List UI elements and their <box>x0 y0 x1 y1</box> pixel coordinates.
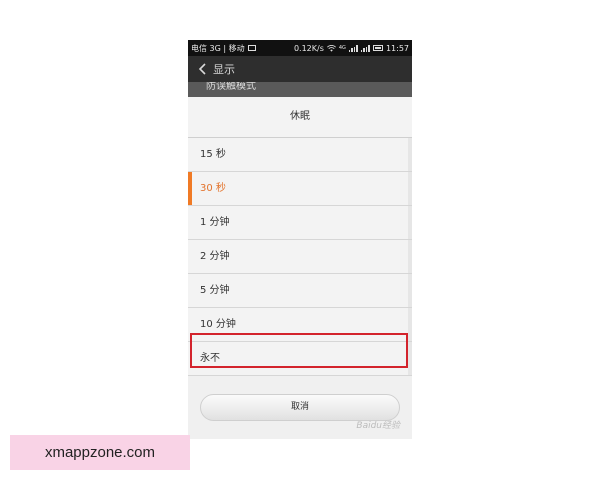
network-speed: 0.12K/s <box>293 43 324 53</box>
option-label: 10 分钟 <box>200 319 236 330</box>
back-arrow-icon[interactable] <box>198 63 207 75</box>
phone-screen: 电信 3G | 移动 0.12K/s 4G 11:57 显示 防误触模式 休眠 <box>188 40 412 439</box>
option-1-minute[interactable]: 1 分钟 <box>188 206 412 240</box>
background-setting-label: 防误触模式 <box>206 82 256 92</box>
wifi-icon <box>326 44 336 52</box>
option-label: 30 秒 <box>200 183 226 194</box>
battery-icon <box>372 45 383 51</box>
network-type-label: 4G <box>338 44 346 51</box>
sleep-dialog: 休眠 15 秒 30 秒 1 分钟 2 分钟 5 分钟 10 分钟 永不 取消 … <box>188 97 412 439</box>
option-list: 15 秒 30 秒 1 分钟 2 分钟 5 分钟 10 分钟 永不 <box>188 138 412 376</box>
image-notification-icon <box>247 45 256 51</box>
clock: 11:57 <box>385 43 409 53</box>
baidu-watermark: Baidu经验 <box>356 421 400 431</box>
option-label: 2 分钟 <box>200 251 230 262</box>
option-2-minutes[interactable]: 2 分钟 <box>188 240 412 274</box>
carrier-text: 电信 3G | 移动 <box>191 43 245 53</box>
option-30-seconds[interactable]: 30 秒 <box>188 172 412 206</box>
option-5-minutes[interactable]: 5 分钟 <box>188 274 412 308</box>
action-bar: 显示 <box>188 56 412 82</box>
page-title: 显示 <box>213 63 235 76</box>
cancel-button[interactable]: 取消 <box>200 394 400 421</box>
signal-icon-2 <box>360 44 370 52</box>
option-label: 永不 <box>200 353 220 364</box>
status-bar: 电信 3G | 移动 0.12K/s 4G 11:57 <box>188 40 412 56</box>
site-label: xmappzone.com <box>10 435 190 470</box>
option-label: 15 秒 <box>200 149 226 160</box>
signal-icon <box>348 44 358 52</box>
option-label: 5 分钟 <box>200 285 230 296</box>
background-setting-row: 防误触模式 <box>188 82 412 98</box>
option-15-seconds[interactable]: 15 秒 <box>188 138 412 172</box>
option-label: 1 分钟 <box>200 217 230 228</box>
option-never[interactable]: 永不 <box>188 342 412 376</box>
option-10-minutes[interactable]: 10 分钟 <box>188 308 412 342</box>
dialog-title: 休眠 <box>188 97 412 138</box>
